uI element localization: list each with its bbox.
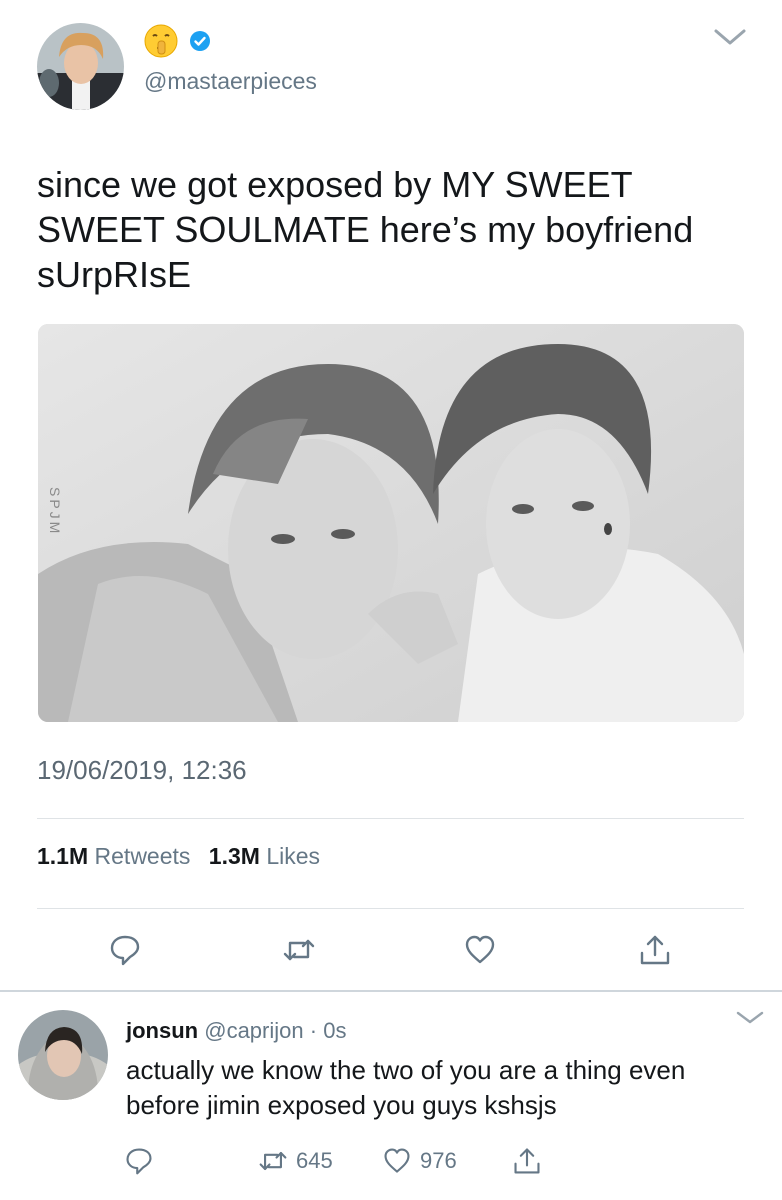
likes-label[interactable]: Likes	[266, 843, 320, 869]
tweet-photo[interactable]: SPJM	[38, 324, 744, 722]
tweet-text-line: SWEET SOULMATE here’s my boyfriend	[37, 209, 694, 250]
likes-count[interactable]: 1.3M	[209, 843, 260, 869]
divider	[37, 908, 744, 909]
meta-separator: ·	[309, 1018, 318, 1043]
share-icon[interactable]	[638, 933, 672, 967]
divider	[37, 818, 744, 819]
tweet-timestamp[interactable]: 19/06/2019, 12:36	[37, 755, 247, 786]
reply-like-button[interactable]: 976	[382, 1146, 457, 1176]
engagement-stats: 1.1M Retweets 1.3M Likes	[37, 843, 320, 870]
reply-retweet-button[interactable]: 645	[258, 1146, 333, 1176]
reply-like-count: 976	[420, 1148, 457, 1173]
reply-reply-button[interactable]	[124, 1146, 154, 1176]
user-handle[interactable]: @mastaerpieces	[144, 68, 317, 95]
share-icon	[514, 1148, 540, 1174]
chevron-down-icon[interactable]	[735, 1010, 765, 1026]
reply-user-handle[interactable]: @caprijon	[204, 1018, 303, 1043]
like-icon[interactable]	[463, 933, 497, 967]
retweets-count[interactable]: 1.1M	[37, 843, 88, 869]
retweet-icon	[259, 1152, 287, 1170]
reply-icon[interactable]	[108, 933, 142, 967]
reply-share-button[interactable]	[512, 1146, 542, 1176]
reply-text-line: before jimin exposed you guys kshsjs	[126, 1090, 557, 1120]
shushing-face-emoji	[143, 23, 179, 59]
section-separator	[0, 990, 782, 992]
reply-user-name[interactable]: jonsun	[126, 1018, 198, 1043]
photo-watermark: SPJM	[47, 487, 63, 536]
reply-user-avatar[interactable]	[18, 1010, 108, 1100]
reply-text: actually we know the two of you are a th…	[126, 1053, 766, 1123]
user-avatar[interactable]	[37, 23, 124, 110]
tweet-text-line: sUrpRIsE	[37, 254, 192, 295]
retweets-label[interactable]: Retweets	[95, 843, 191, 869]
reply-text-line: actually we know the two of you are a th…	[126, 1055, 686, 1085]
retweet-icon[interactable]	[282, 933, 316, 967]
reply-header: jonsun @caprijon · 0s	[126, 1018, 346, 1044]
reply-time[interactable]: 0s	[323, 1018, 346, 1043]
chevron-down-icon[interactable]	[713, 27, 747, 47]
tweet-text-line: since we got exposed by MY SWEET	[37, 164, 633, 205]
like-icon	[384, 1148, 410, 1173]
reply-icon	[126, 1148, 152, 1175]
tweet-text: since we got exposed by MY SWEET SWEET S…	[37, 162, 757, 297]
reply-retweet-count: 645	[296, 1148, 333, 1173]
verified-badge-icon	[189, 30, 211, 52]
